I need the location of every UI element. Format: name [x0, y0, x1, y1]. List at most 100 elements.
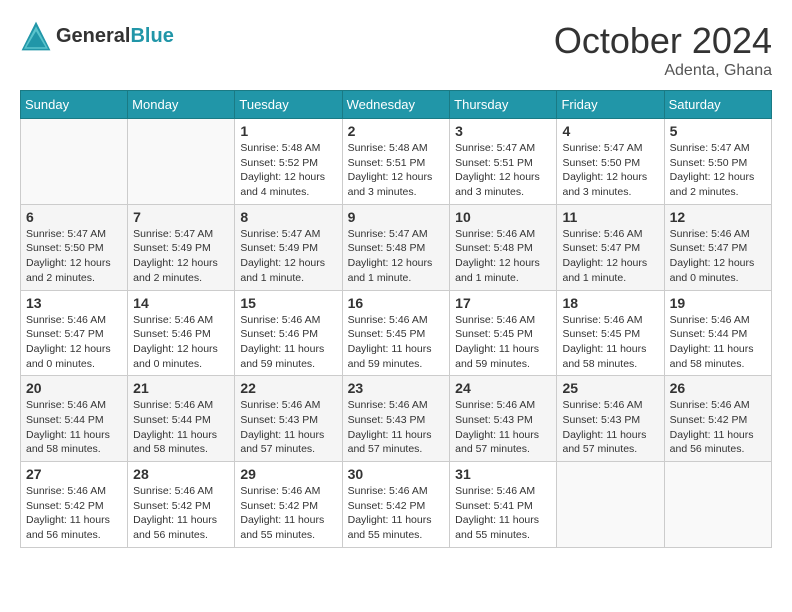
day-number: 31	[455, 466, 551, 482]
day-number: 7	[133, 209, 229, 225]
calendar-cell: 19 Sunrise: 5:46 AM Sunset: 5:44 PM Dayli…	[664, 290, 771, 376]
day-number: 5	[670, 123, 766, 139]
calendar-cell: 25Sunrise: 5:46 AM Sunset: 5:43 PM Dayli…	[557, 376, 664, 462]
day-info: Sunrise: 5:48 AM Sunset: 5:51 PM Dayligh…	[348, 141, 445, 200]
day-info: Sunrise: 5:46 AM Sunset: 5:47 PM Dayligh…	[26, 313, 122, 372]
logo-text-blue: Blue	[130, 25, 173, 47]
calendar-cell: 28Sunrise: 5:46 AM Sunset: 5:42 PM Dayli…	[128, 462, 235, 548]
day-info: Sunrise: 5:46 AM Sunset: 5:43 PM Dayligh…	[348, 398, 445, 457]
calendar-cell: 31 Sunrise: 5:46 AM Sunset: 5:41 PM Dayli…	[450, 462, 557, 548]
page-header: GeneralBlue October 2024 Adenta, Ghana	[20, 20, 772, 80]
calendar-cell: 9 Sunrise: 5:47 AM Sunset: 5:48 PM Daylig…	[342, 204, 450, 290]
day-info: Sunrise: 5:46 AM Sunset: 5:42 PM Dayligh…	[26, 484, 122, 543]
day-info: Sunrise: 5:46 AM Sunset: 5:43 PM Dayligh…	[455, 398, 551, 457]
calendar-cell: 4Sunrise: 5:47 AM Sunset: 5:50 PM Daylig…	[557, 119, 664, 205]
day-number: 21	[133, 380, 229, 396]
calendar-cell: 15 Sunrise: 5:46 AM Sunset: 5:46 PM Dayli…	[235, 290, 342, 376]
calendar-cell: 1 Sunrise: 5:48 AM Sunset: 5:52 PM Daylig…	[235, 119, 342, 205]
calendar-cell: 22 Sunrise: 5:46 AM Sunset: 5:43 PM Dayli…	[235, 376, 342, 462]
calendar-cell: 17Sunrise: 5:46 AM Sunset: 5:45 PM Dayli…	[450, 290, 557, 376]
day-info: Sunrise: 5:46 AM Sunset: 5:42 PM Dayligh…	[240, 484, 336, 543]
day-info: Sunrise: 5:47 AM Sunset: 5:50 PM Dayligh…	[562, 141, 658, 200]
day-info: Sunrise: 5:47 AM Sunset: 5:51 PM Dayligh…	[455, 141, 551, 200]
calendar-cell: 7 Sunrise: 5:47 AM Sunset: 5:49 PM Daylig…	[128, 204, 235, 290]
day-number: 13	[26, 295, 122, 311]
day-number: 18	[562, 295, 658, 311]
calendar-cell	[664, 462, 771, 548]
month-title: October 2024	[554, 20, 772, 62]
day-info: Sunrise: 5:46 AM Sunset: 5:41 PM Dayligh…	[455, 484, 551, 543]
day-number: 28	[133, 466, 229, 482]
day-number: 17	[455, 295, 551, 311]
calendar-cell: 10Sunrise: 5:46 AM Sunset: 5:48 PM Dayli…	[450, 204, 557, 290]
day-number: 11	[562, 209, 658, 225]
calendar-cell: 13 Sunrise: 5:46 AM Sunset: 5:47 PM Dayli…	[21, 290, 128, 376]
day-info: Sunrise: 5:47 AM Sunset: 5:50 PM Dayligh…	[26, 227, 122, 286]
day-number: 8	[240, 209, 336, 225]
day-info: Sunrise: 5:46 AM Sunset: 5:48 PM Dayligh…	[455, 227, 551, 286]
calendar-cell: 27 Sunrise: 5:46 AM Sunset: 5:42 PM Dayli…	[21, 462, 128, 548]
day-number: 1	[240, 123, 336, 139]
day-number: 2	[348, 123, 445, 139]
day-of-week-header: Saturday	[664, 91, 771, 119]
day-of-week-header: Wednesday	[342, 91, 450, 119]
calendar-week-row: 6 Sunrise: 5:47 AM Sunset: 5:50 PM Daylig…	[21, 204, 772, 290]
calendar-cell: 20Sunrise: 5:46 AM Sunset: 5:44 PM Dayli…	[21, 376, 128, 462]
day-number: 15	[240, 295, 336, 311]
day-info: Sunrise: 5:47 AM Sunset: 5:50 PM Dayligh…	[670, 141, 766, 200]
day-info: Sunrise: 5:46 AM Sunset: 5:43 PM Dayligh…	[562, 398, 658, 457]
day-of-week-header: Tuesday	[235, 91, 342, 119]
calendar-week-row: 20 Sunrise: 5:46 AM Sunset: 5:44 PM Dayli…	[21, 376, 772, 462]
day-info: Sunrise: 5:46 AM Sunset: 5:43 PM Dayligh…	[240, 398, 336, 457]
calendar-cell: 26Sunrise: 5:46 AM Sunset: 5:42 PM Dayli…	[664, 376, 771, 462]
calendar-cell: 6 Sunrise: 5:47 AM Sunset: 5:50 PM Daylig…	[21, 204, 128, 290]
day-info: Sunrise: 5:47 AM Sunset: 5:49 PM Dayligh…	[133, 227, 229, 286]
calendar-cell: 3 Sunrise: 5:47 AM Sunset: 5:51 PM Daylig…	[450, 119, 557, 205]
calendar-cell: 8 Sunrise: 5:47 AM Sunset: 5:49 PM Daylig…	[235, 204, 342, 290]
calendar-week-row: 1 Sunrise: 5:48 AM Sunset: 5:52 PM Daylig…	[21, 119, 772, 205]
day-info: Sunrise: 5:46 AM Sunset: 5:44 PM Dayligh…	[133, 398, 229, 457]
logo: GeneralBlue	[20, 20, 174, 52]
day-number: 19	[670, 295, 766, 311]
day-number: 16	[348, 295, 445, 311]
day-info: Sunrise: 5:46 AM Sunset: 5:47 PM Dayligh…	[562, 227, 658, 286]
calendar-cell: 12Sunrise: 5:46 AM Sunset: 5:47 PM Dayli…	[664, 204, 771, 290]
calendar-week-row: 27 Sunrise: 5:46 AM Sunset: 5:42 PM Dayli…	[21, 462, 772, 548]
logo-text-general: General	[56, 25, 130, 47]
day-number: 23	[348, 380, 445, 396]
day-info: Sunrise: 5:46 AM Sunset: 5:44 PM Dayligh…	[670, 313, 766, 372]
calendar-cell: 11 Sunrise: 5:46 AM Sunset: 5:47 PM Dayli…	[557, 204, 664, 290]
day-info: Sunrise: 5:46 AM Sunset: 5:46 PM Dayligh…	[240, 313, 336, 372]
calendar-body: 1 Sunrise: 5:48 AM Sunset: 5:52 PM Daylig…	[21, 119, 772, 548]
calendar-table: SundayMondayTuesdayWednesdayThursdayFrid…	[20, 90, 772, 548]
day-number: 26	[670, 380, 766, 396]
day-info: Sunrise: 5:48 AM Sunset: 5:52 PM Dayligh…	[240, 141, 336, 200]
calendar-cell: 21 Sunrise: 5:46 AM Sunset: 5:44 PM Dayli…	[128, 376, 235, 462]
calendar-cell: 5 Sunrise: 5:47 AM Sunset: 5:50 PM Daylig…	[664, 119, 771, 205]
calendar-cell: 29 Sunrise: 5:46 AM Sunset: 5:42 PM Dayli…	[235, 462, 342, 548]
day-number: 9	[348, 209, 445, 225]
day-of-week-header: Sunday	[21, 91, 128, 119]
day-info: Sunrise: 5:46 AM Sunset: 5:42 PM Dayligh…	[348, 484, 445, 543]
day-number: 14	[133, 295, 229, 311]
calendar-cell	[21, 119, 128, 205]
day-number: 6	[26, 209, 122, 225]
calendar-header: SundayMondayTuesdayWednesdayThursdayFrid…	[21, 91, 772, 119]
title-block: October 2024 Adenta, Ghana	[554, 20, 772, 80]
day-of-week-header: Thursday	[450, 91, 557, 119]
location: Adenta, Ghana	[554, 62, 772, 80]
day-number: 27	[26, 466, 122, 482]
calendar-cell: 24Sunrise: 5:46 AM Sunset: 5:43 PM Dayli…	[450, 376, 557, 462]
day-number: 29	[240, 466, 336, 482]
calendar-cell	[128, 119, 235, 205]
day-number: 22	[240, 380, 336, 396]
calendar-cell	[557, 462, 664, 548]
calendar-cell: 18Sunrise: 5:46 AM Sunset: 5:45 PM Dayli…	[557, 290, 664, 376]
day-info: Sunrise: 5:47 AM Sunset: 5:49 PM Dayligh…	[240, 227, 336, 286]
day-info: Sunrise: 5:46 AM Sunset: 5:47 PM Dayligh…	[670, 227, 766, 286]
day-info: Sunrise: 5:47 AM Sunset: 5:48 PM Dayligh…	[348, 227, 445, 286]
day-number: 3	[455, 123, 551, 139]
calendar-week-row: 13 Sunrise: 5:46 AM Sunset: 5:47 PM Dayli…	[21, 290, 772, 376]
calendar-cell: 23 Sunrise: 5:46 AM Sunset: 5:43 PM Dayli…	[342, 376, 450, 462]
day-number: 20	[26, 380, 122, 396]
